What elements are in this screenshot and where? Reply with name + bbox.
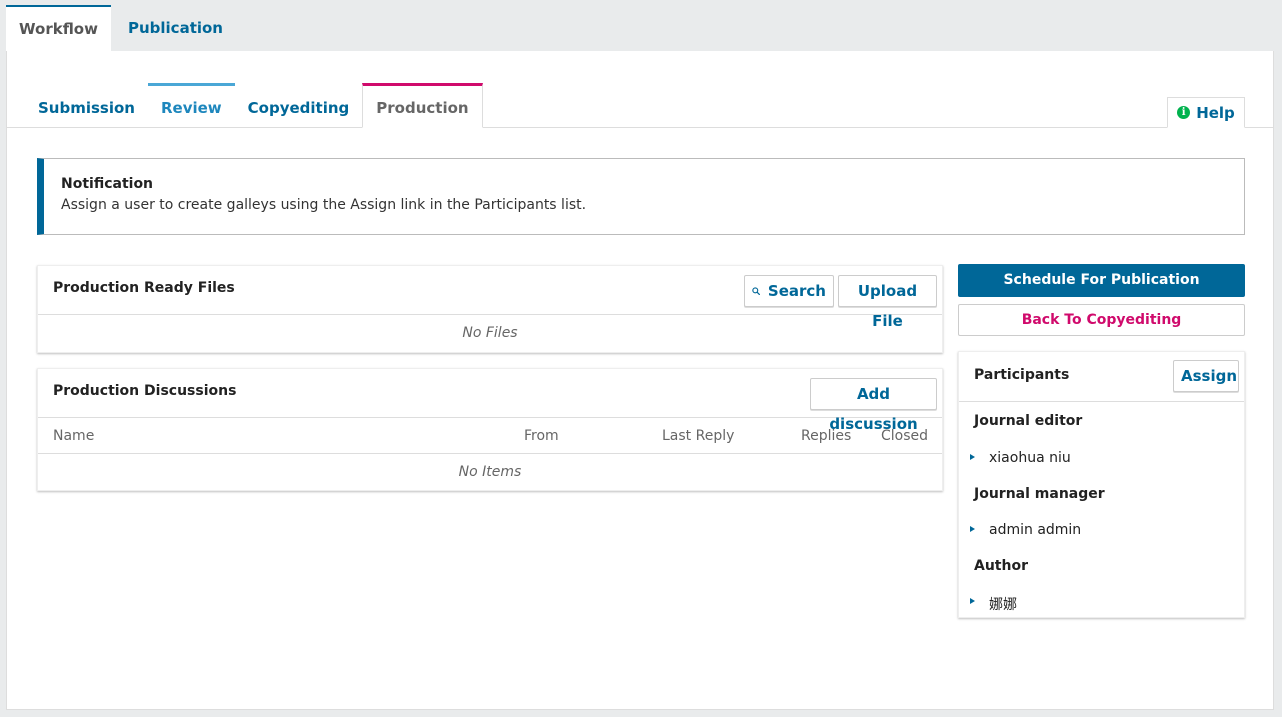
empty-discussions-message: No Items: [458, 464, 522, 480]
grid-title: Production Ready Files: [53, 280, 235, 296]
tab-workflow[interactable]: Workflow: [6, 5, 111, 52]
search-button[interactable]: Search: [744, 275, 834, 307]
column-closed[interactable]: Closed: [881, 428, 928, 444]
empty-files-message: No Files: [462, 325, 518, 341]
column-last-reply[interactable]: Last Reply: [662, 428, 734, 444]
stage-tabs: Submission Review Copyediting Production: [25, 83, 483, 128]
grid-header: Production Discussions Add discussion: [38, 369, 942, 433]
info-icon: i: [1177, 106, 1191, 119]
role-author: Author: [974, 558, 1028, 574]
tab-copyediting[interactable]: Copyediting: [235, 83, 363, 128]
assign-button[interactable]: Assign: [1173, 360, 1239, 392]
add-discussion-button[interactable]: Add discussion: [810, 378, 937, 433]
tab-production[interactable]: Production: [362, 83, 483, 128]
tab-submission[interactable]: Submission: [25, 83, 148, 128]
role-journal-editor: Journal editor: [974, 413, 1083, 429]
search-label: Search: [767, 282, 826, 300]
role-journal-manager: Journal manager: [974, 486, 1105, 502]
participant-name[interactable]: 娜娜: [989, 594, 1017, 614]
column-replies[interactable]: Replies: [801, 428, 851, 444]
top-tabs: Workflow Publication: [6, 5, 236, 52]
production-discussions-grid: Production Discussions Add discussion Na…: [37, 368, 943, 491]
help-button[interactable]: i Help: [1167, 97, 1245, 128]
tab-publication[interactable]: Publication: [115, 5, 236, 52]
help-label: Help: [1196, 103, 1235, 122]
column-name[interactable]: Name: [53, 428, 94, 444]
caret-right-icon[interactable]: [970, 598, 975, 604]
workflow-panel: Submission Review Copyediting Production…: [6, 51, 1274, 710]
grid-header: Production Ready Files Search Upload Fil…: [38, 266, 942, 330]
production-files-grid: Production Ready Files Search Upload Fil…: [37, 265, 943, 353]
upload-file-button[interactable]: Upload File: [838, 275, 937, 330]
notification-title: Notification: [61, 176, 154, 192]
tab-review[interactable]: Review: [147, 83, 235, 128]
participant-name[interactable]: admin admin: [989, 522, 1081, 538]
participant-name[interactable]: xiaohua niu: [989, 450, 1071, 466]
participants-header: Participants Assign: [959, 352, 1244, 402]
grid-title: Production Discussions: [53, 383, 237, 399]
caret-right-icon[interactable]: [970, 454, 975, 460]
notification-box: Notification Assign a user to create gal…: [37, 158, 1245, 235]
back-to-copyediting-button[interactable]: Back To Copyediting: [958, 304, 1245, 336]
participants-panel: Participants Assign Journal editor xiaoh…: [958, 351, 1245, 618]
notification-text: Assign a user to create galleys using th…: [61, 197, 587, 213]
column-from[interactable]: From: [524, 428, 559, 444]
caret-right-icon[interactable]: [970, 526, 975, 532]
column-headers: Name From Last Reply Replies Closed: [38, 418, 942, 454]
participants-title: Participants: [974, 367, 1070, 383]
search-icon: [752, 287, 760, 296]
schedule-for-publication-button[interactable]: Schedule For Publication: [958, 264, 1245, 297]
